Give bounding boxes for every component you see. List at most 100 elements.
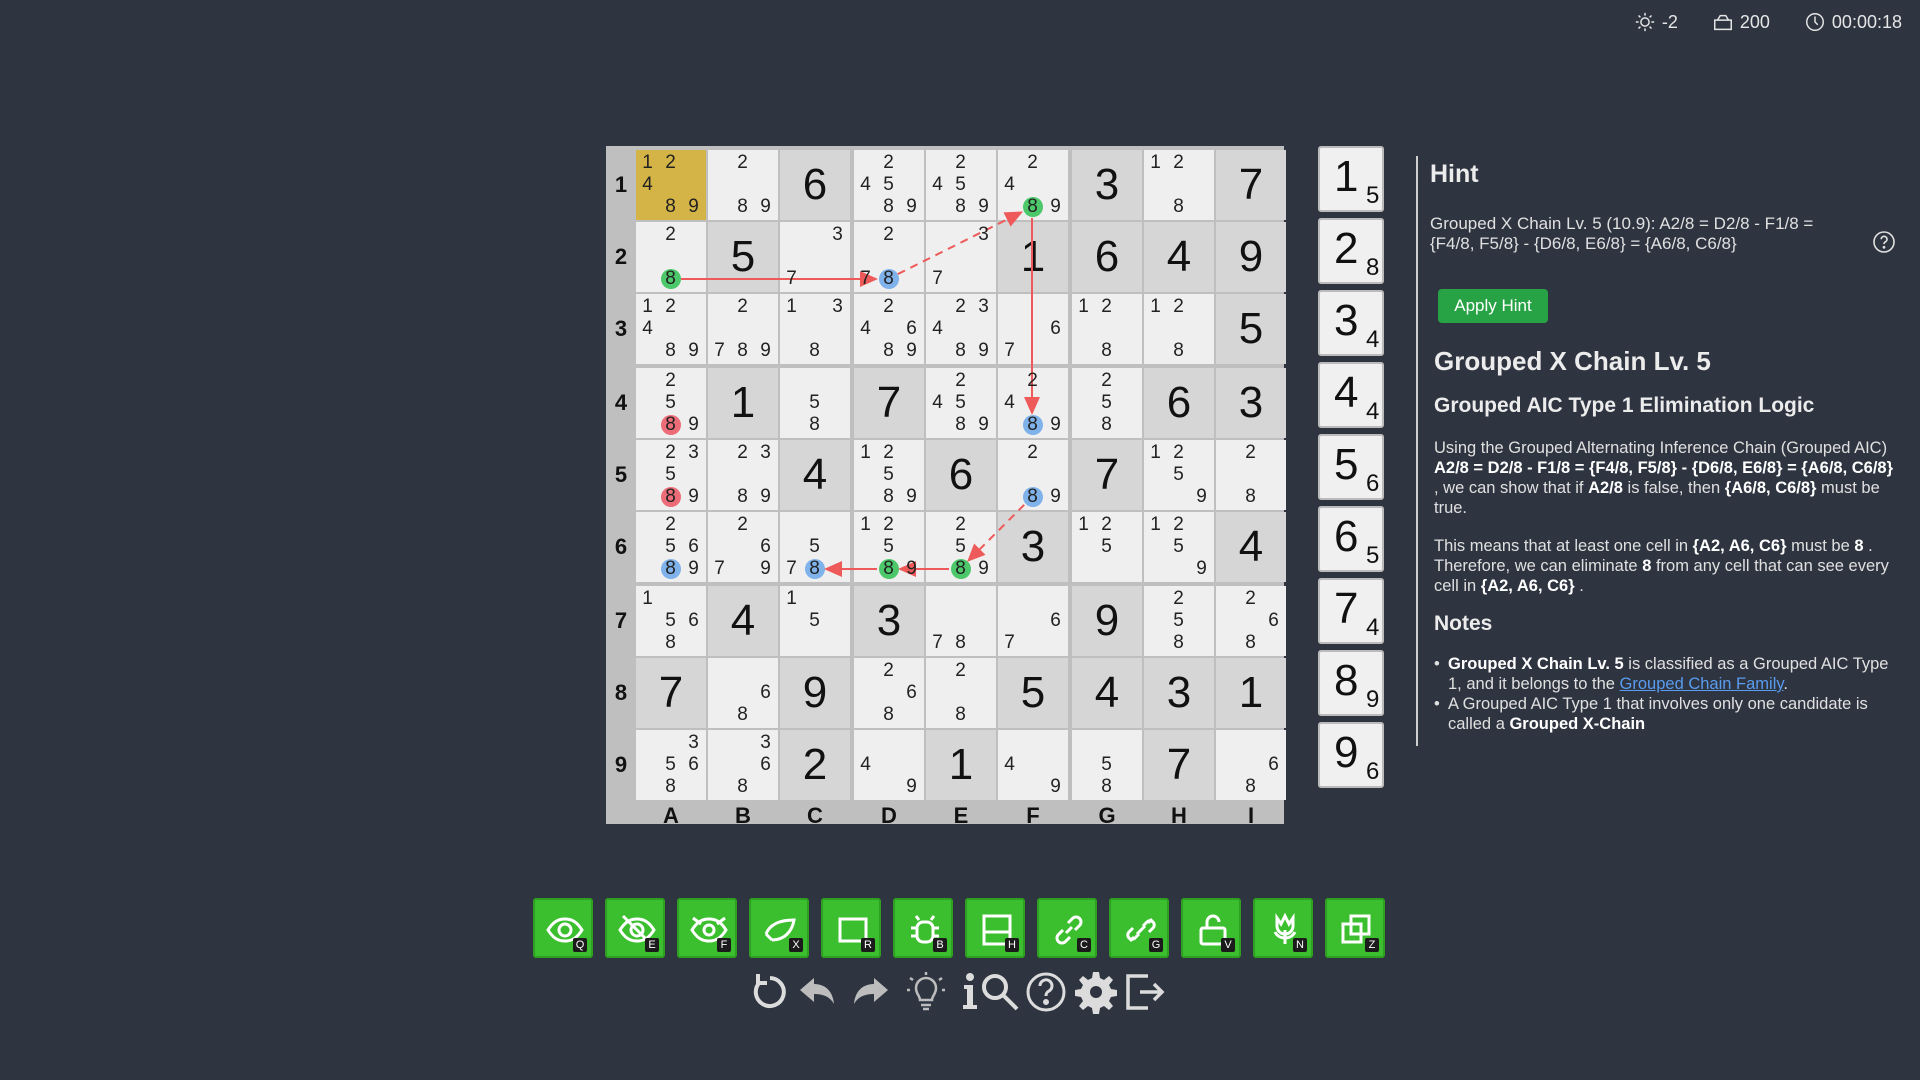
sudoku-cell[interactable]: 5 bbox=[998, 658, 1068, 728]
copy-board-button[interactable]: Z bbox=[1325, 898, 1385, 958]
sudoku-cell[interactable]: 9 bbox=[1216, 222, 1286, 292]
help-icon[interactable] bbox=[1872, 230, 1896, 254]
nature-button[interactable]: N bbox=[1253, 898, 1313, 958]
undo-button[interactable] bbox=[796, 970, 840, 1014]
digit-count-5[interactable]: 56 bbox=[1318, 434, 1384, 500]
sudoku-cell[interactable]: 68 bbox=[708, 658, 778, 728]
sudoku-cell[interactable]: 1259 bbox=[1144, 440, 1214, 510]
sudoku-cell[interactable]: 3 bbox=[1072, 150, 1142, 220]
select-region-button[interactable]: R bbox=[821, 898, 881, 958]
sudoku-cell[interactable]: 24589 bbox=[926, 368, 996, 438]
apply-hint-button[interactable]: Apply Hint bbox=[1438, 289, 1548, 323]
sudoku-cell[interactable]: 24589 bbox=[926, 150, 996, 220]
sudoku-cell[interactable]: 9 bbox=[1072, 586, 1142, 656]
sudoku-cell[interactable]: 3 bbox=[1144, 658, 1214, 728]
sudoku-cell[interactable]: 258 bbox=[1072, 368, 1142, 438]
sudoku-cell[interactable]: 2 78 bbox=[854, 222, 924, 292]
sudoku-cell[interactable]: 7 bbox=[854, 368, 924, 438]
sudoku-cell[interactable]: 2 789 bbox=[708, 294, 778, 364]
sudoku-cell[interactable]: 12 8 bbox=[1144, 294, 1214, 364]
sudoku-cell[interactable]: 7 bbox=[1072, 440, 1142, 510]
grouped-chain-button[interactable]: G bbox=[1109, 898, 1169, 958]
sudoku-cell[interactable]: 67 bbox=[998, 586, 1068, 656]
sudoku-cell[interactable]: 7 bbox=[636, 658, 706, 728]
sudoku-cell[interactable]: 125 bbox=[1072, 512, 1142, 582]
sudoku-cell[interactable]: 58 bbox=[780, 368, 850, 438]
sudoku-cell[interactable]: 15 bbox=[780, 586, 850, 656]
sudoku-cell[interactable]: 368 bbox=[708, 730, 778, 800]
house-layout-button[interactable]: H bbox=[965, 898, 1025, 958]
sudoku-cell[interactable]: 2489 bbox=[998, 368, 1068, 438]
digit-count-8[interactable]: 89 bbox=[1318, 650, 1384, 716]
digit-count-9[interactable]: 96 bbox=[1318, 722, 1384, 788]
hint-button[interactable] bbox=[904, 970, 948, 1014]
sudoku-cell[interactable]: 12589 bbox=[854, 512, 924, 582]
digit-count-4[interactable]: 44 bbox=[1318, 362, 1384, 428]
sudoku-cell[interactable]: 12 8 bbox=[1072, 294, 1142, 364]
sudoku-cell[interactable]: 2 89 bbox=[998, 440, 1068, 510]
sudoku-cell[interactable]: 6 bbox=[926, 440, 996, 510]
sudoku-cell[interactable]: 24 689 bbox=[854, 294, 924, 364]
sudoku-cell[interactable]: 24589 bbox=[854, 150, 924, 220]
sudoku-cell[interactable]: 5 bbox=[1216, 294, 1286, 364]
sudoku-cell[interactable]: 578 bbox=[780, 512, 850, 582]
sudoku-cell[interactable]: 7 bbox=[1216, 150, 1286, 220]
sudoku-cell[interactable]: 12489 bbox=[636, 150, 706, 220]
sudoku-cell[interactable]: 4 bbox=[1144, 222, 1214, 292]
sudoku-cell[interactable]: 9 bbox=[780, 658, 850, 728]
clear-marks-button[interactable]: X bbox=[749, 898, 809, 958]
sudoku-cell[interactable]: 1 bbox=[926, 730, 996, 800]
sudoku-cell[interactable]: 78 bbox=[926, 586, 996, 656]
sudoku-cell[interactable]: 2489 bbox=[998, 150, 1068, 220]
sudoku-cell[interactable]: 7 bbox=[1144, 730, 1214, 800]
sudoku-cell[interactable]: 6 bbox=[1144, 368, 1214, 438]
sudoku-cell[interactable]: 1 3 8 bbox=[780, 294, 850, 364]
sudoku-cell[interactable]: 6 bbox=[780, 150, 850, 220]
sudoku-cell[interactable]: 26 7 9 bbox=[708, 512, 778, 582]
sudoku-cell[interactable]: 4 bbox=[1216, 512, 1286, 582]
exit-button[interactable] bbox=[1122, 970, 1166, 1014]
sudoku-cell[interactable]: 258 bbox=[1144, 586, 1214, 656]
sudoku-cell[interactable]: 68 bbox=[1216, 730, 1286, 800]
sudoku-cell[interactable]: 3 bbox=[998, 512, 1068, 582]
sudoku-cell[interactable]: 12589 bbox=[854, 440, 924, 510]
sudoku-cell[interactable]: 1 bbox=[708, 368, 778, 438]
focus-view-button[interactable]: F bbox=[677, 898, 737, 958]
unlock-button[interactable]: V bbox=[1181, 898, 1241, 958]
sudoku-cell[interactable]: 1 bbox=[1216, 658, 1286, 728]
sudoku-cell[interactable]: 67 bbox=[998, 294, 1068, 364]
sudoku-cell[interactable]: 4 bbox=[1072, 658, 1142, 728]
hide-candidates-button[interactable]: E bbox=[605, 898, 665, 958]
digit-count-6[interactable]: 65 bbox=[1318, 506, 1384, 572]
sudoku-cell[interactable]: 1259 bbox=[1144, 512, 1214, 582]
sudoku-cell[interactable]: 3 bbox=[1216, 368, 1286, 438]
sudoku-cell[interactable]: 25689 bbox=[636, 512, 706, 582]
restart-button[interactable] bbox=[748, 970, 792, 1014]
sudoku-cell[interactable]: 49 bbox=[998, 730, 1068, 800]
sudoku-cell[interactable]: 28 bbox=[1216, 440, 1286, 510]
sudoku-cell[interactable]: 37 bbox=[926, 222, 996, 292]
settings-button[interactable] bbox=[1074, 970, 1118, 1014]
sudoku-cell[interactable]: 268 bbox=[854, 658, 924, 728]
sudoku-cell[interactable]: 49 bbox=[854, 730, 924, 800]
digit-count-7[interactable]: 74 bbox=[1318, 578, 1384, 644]
sudoku-cell[interactable]: 12 8 bbox=[1144, 150, 1214, 220]
sudoku-cell[interactable]: 1568 bbox=[636, 586, 706, 656]
chain-button[interactable]: C bbox=[1037, 898, 1097, 958]
sudoku-cell[interactable]: 2589 bbox=[636, 368, 706, 438]
digit-count-1[interactable]: 15 bbox=[1318, 146, 1384, 212]
grouped-chain-family-link[interactable]: Grouped Chain Family bbox=[1620, 675, 1784, 693]
sudoku-cell[interactable]: 2 89 bbox=[708, 150, 778, 220]
help-button[interactable] bbox=[1024, 970, 1068, 1014]
sudoku-cell[interactable]: 12489 bbox=[636, 294, 706, 364]
sudoku-cell[interactable]: 3 bbox=[854, 586, 924, 656]
bug-check-button[interactable]: B bbox=[893, 898, 953, 958]
sudoku-cell[interactable]: 23589 bbox=[636, 440, 706, 510]
sudoku-cell[interactable]: 2589 bbox=[926, 512, 996, 582]
sudoku-cell[interactable]: 6 bbox=[1072, 222, 1142, 292]
digit-count-3[interactable]: 34 bbox=[1318, 290, 1384, 356]
sudoku-cell[interactable]: 28 bbox=[926, 658, 996, 728]
digit-count-2[interactable]: 28 bbox=[1318, 218, 1384, 284]
sudoku-cell[interactable]: 4 bbox=[708, 586, 778, 656]
sudoku-cell[interactable]: 23 89 bbox=[708, 440, 778, 510]
